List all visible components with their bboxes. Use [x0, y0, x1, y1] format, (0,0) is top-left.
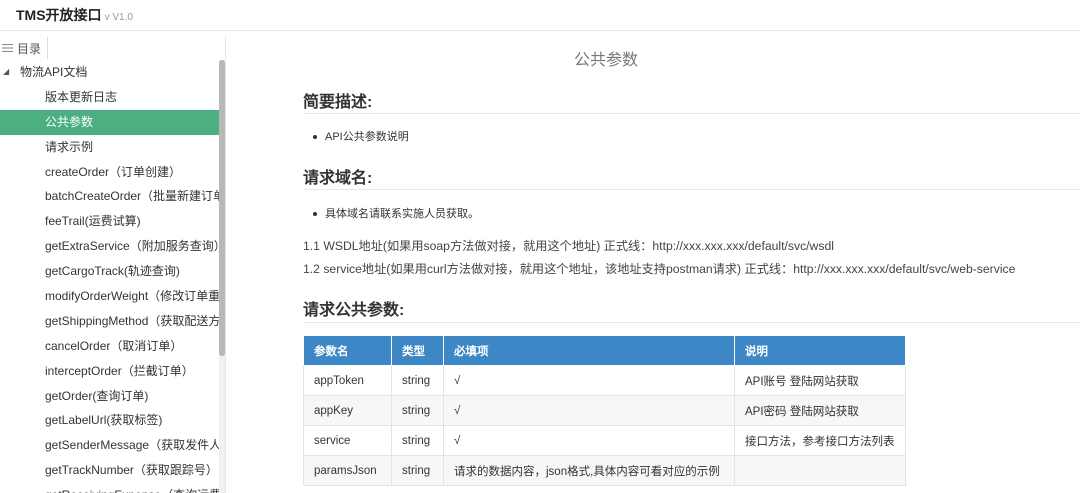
sidebar-item-get-extra-service[interactable]: getExtraService（附加服务查询） [0, 234, 219, 259]
sidebar-scrollbar-thumb[interactable] [219, 60, 225, 356]
column-header: 必填项 [443, 335, 735, 366]
wsdl-address-line: 1.1 WSDL地址(如果用soap方法做对接，就用这个地址) 正式线：http… [303, 239, 834, 253]
table-cell: string [391, 425, 444, 456]
sidebar-header: 目录 [0, 36, 225, 60]
tree-root-label: 物流API文档 [20, 65, 88, 79]
list-item: 具体域名请联系实施人员获取。 [313, 205, 479, 221]
table-cell [734, 455, 906, 486]
section-heading-domain: 请求域名: [303, 170, 373, 187]
sidebar-item-get-shipping-method[interactable]: getShippingMethod（获取配送方式） [0, 309, 219, 334]
table-header-row: 参数名 类型 必填项 说明 [303, 335, 906, 366]
main-content: 公共参数 简要描述: API公共参数说明 请求域名: 具体域名请联系实施人员获取… [226, 36, 1080, 493]
sidebar-item-create-order[interactable]: createOrder（订单创建） [0, 160, 219, 185]
section-heading-description: 简要描述: [303, 94, 373, 111]
app-version: v V1.0 [104, 12, 133, 23]
app-title-text: TMS开放接口 [16, 7, 102, 23]
sidebar-item-intercept-order[interactable]: interceptOrder（拦截订单） [0, 359, 219, 384]
bullet-text: 具体域名请联系实施人员获取。 [325, 208, 479, 220]
divider [303, 322, 1080, 323]
list-item: API公共参数说明 [313, 128, 409, 144]
column-header: 说明 [734, 335, 906, 366]
table-row: paramsJson string 请求的数据内容，json格式,具体内容可看对… [303, 455, 906, 486]
sidebar-item-cancel-order[interactable]: cancelOrder（取消订单） [0, 334, 219, 359]
column-header: 参数名 [303, 335, 392, 366]
sidebar-item-get-order[interactable]: getOrder(查询订单) [0, 384, 219, 409]
app-title: TMS开放接口 v V1.0 [16, 5, 133, 25]
sidebar-item-get-track-number[interactable]: getTrackNumber（获取跟踪号） [0, 458, 219, 483]
table-cell: 接口方法，参考接口方法列表 [734, 425, 906, 456]
sidebar-item-fee-trail[interactable]: feeTrail(运费试算) [0, 209, 219, 234]
sidebar: 目录 ◢ 物流API文档 版本更新日志 公共参数 请求示例 createOrde… [0, 36, 226, 493]
table-cell: service [303, 425, 392, 456]
sidebar-item-changelog[interactable]: 版本更新日志 [0, 85, 219, 110]
table-cell: API账号 登陆网站获取 [734, 365, 906, 396]
table-cell: appKey [303, 395, 392, 426]
table-cell: √ [443, 365, 735, 396]
table-row: appToken string √ API账号 登陆网站获取 [303, 365, 906, 396]
sidebar-item-batch-create-order[interactable]: batchCreateOrder（批量新建订单） [0, 184, 219, 209]
sidebar-scrollbar[interactable] [219, 60, 225, 493]
table-cell: API密码 登陆网站获取 [734, 395, 906, 426]
top-bar: TMS开放接口 v V1.0 [0, 0, 1080, 31]
caret-down-icon[interactable]: ◢ [3, 60, 9, 85]
service-address-line: 1.2 service地址(如果用curl方法做对接，就用这个地址，该地址支持p… [303, 262, 1016, 276]
bullet-text: API公共参数说明 [325, 131, 409, 143]
table-row: service string √ 接口方法，参考接口方法列表 [303, 425, 906, 456]
sidebar-item-get-cargo-track[interactable]: getCargoTrack(轨迹查询) [0, 259, 219, 284]
table-cell: string [391, 455, 444, 486]
divider [303, 113, 1080, 114]
params-table: 参数名 类型 必填项 说明 appToken string √ API账号 登陆… [303, 335, 906, 486]
sidebar-item-get-receiving-expense[interactable]: getReceivingExpense（查询运费明细） [0, 483, 219, 493]
list-icon [2, 44, 13, 52]
page-title: 公共参数 [573, 52, 638, 69]
table-cell: string [391, 395, 444, 426]
table-cell: string [391, 365, 444, 396]
table-cell: √ [443, 425, 735, 456]
table-row: appKey string √ API密码 登陆网站获取 [303, 395, 906, 426]
table-cell: paramsJson [303, 455, 392, 486]
table-cell: 请求的数据内容，json格式,具体内容可看对应的示例 [443, 455, 735, 486]
toc-toggle-button[interactable]: 目录 [0, 37, 49, 59]
section-heading-common-params: 请求公共参数: [303, 302, 405, 319]
divider [303, 189, 1080, 190]
bullet-dot-icon [313, 212, 317, 217]
table-cell: √ [443, 395, 735, 426]
sidebar-item-modify-order-weight[interactable]: modifyOrderWeight（修改订单重量） [0, 284, 219, 309]
doc-tree: ◢ 物流API文档 版本更新日志 公共参数 请求示例 createOrder（订… [0, 60, 219, 493]
bullet-dot-icon [313, 135, 317, 140]
toc-label: 目录 [17, 41, 42, 56]
column-header: 类型 [391, 335, 444, 366]
tree-root-item[interactable]: ◢ 物流API文档 [0, 60, 219, 85]
sidebar-item-common-params[interactable]: 公共参数 [0, 109, 219, 135]
sidebar-item-request-example[interactable]: 请求示例 [0, 135, 219, 160]
sidebar-item-get-label-url[interactable]: getLabelUrl(获取标签) [0, 408, 219, 433]
table-cell: appToken [303, 365, 392, 396]
sidebar-item-get-sender-message[interactable]: getSenderMessage（获取发件人信息） [0, 433, 219, 458]
